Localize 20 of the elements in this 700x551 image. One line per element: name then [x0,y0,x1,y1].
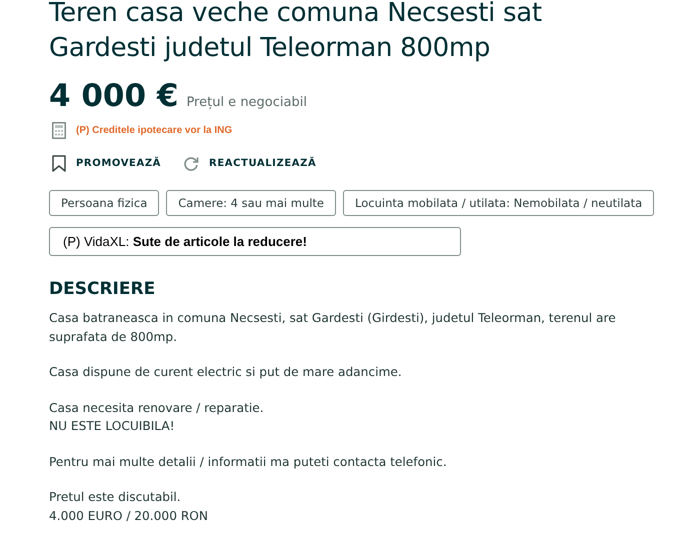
calculator-icon [52,122,66,139]
description-text: Casa batraneasca in comuna Necsesti, sat Gardesti (Girdesti), judetul Teleorman, terenul are suprafata de 800mp. [49,310,617,346]
attribute-tag: Locuinta mobilata / utilata: Nemobilata / neutilata [343,190,654,216]
action-button[interactable]: REACTUALIZEAZĂ [183,153,316,174]
price: 4 000 € [49,77,178,116]
attribute-tag: Camere: 4 sau mai multe [166,190,336,216]
description-text: Casa necesita renovare / reparatie. [49,400,265,416]
description-text: Pretul este discutabil. [49,489,182,506]
refresh-icon [183,156,200,172]
action-button[interactable]: PROMOVEAZĂ [52,153,162,174]
attribute-tag: Persoana fizica [49,190,160,216]
description-text: Pentru mai multe detalii / informatii ma puteti contacta telefonic. [49,454,448,470]
price-note: Prețul e negociabil [186,95,307,110]
bookmark-icon [52,155,66,172]
ad-banner[interactable]: (P) VidaXL: Sute de articole la reducere! [49,227,461,256]
description-text: NU ESTE LOCUIBILA! [49,418,176,435]
description-text: 4.000 EURO / 20.000 RON [49,508,209,524]
section-heading: DESCRIERE [49,278,156,300]
listing-title: Teren casa veche comuna Necsesti sat Gardesti judetul Teleorman 800mp [49,0,543,65]
description-text: Casa dispune de curent electric si put de mare adancime. [49,364,403,381]
